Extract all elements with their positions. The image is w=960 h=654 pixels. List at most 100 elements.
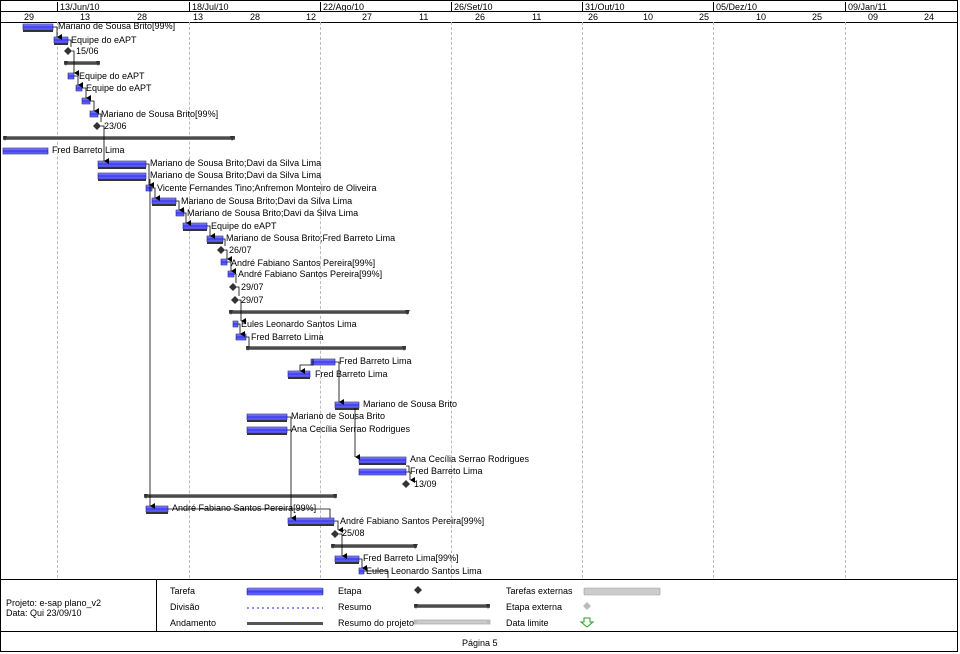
- task-resource-label: André Fabiano Santos Pereira[99%]: [340, 516, 485, 526]
- task-resource-label: Mariano de Sousa Brito: [363, 399, 458, 409]
- task-bar: [81, 97, 91, 105]
- milestone-date-label: 13/09: [414, 479, 437, 489]
- legend-etapa-symbol: [414, 586, 422, 594]
- legend-resumo-symbol: [414, 604, 490, 608]
- progress-bar: [54, 43, 68, 45]
- task-bar: [235, 333, 247, 341]
- legend: Projeto: e-sap plano_v2 Data: Qui 23/09/…: [0, 579, 958, 632]
- task-resource-label: Mariano de Sousa Brito;Davi da Silva Lim…: [181, 196, 353, 206]
- task-resource-label: Ana Cecília Serrao Rodrigues: [410, 454, 530, 464]
- milestone: [231, 296, 239, 304]
- legend-andamento-symbol: [247, 622, 323, 625]
- page-footer: Página 5: [0, 631, 958, 653]
- summary-bar: [144, 494, 337, 498]
- task-bar: [227, 270, 235, 278]
- task-resource-label: Equipe do eAPT: [79, 71, 145, 81]
- summary-bar: [331, 544, 417, 548]
- progress-bar: [146, 512, 168, 514]
- task-bar: [358, 468, 407, 476]
- progress-bar: [247, 433, 287, 435]
- milestone-date-label: 29/07: [241, 295, 264, 305]
- task-resource-label: André Fabiano Santos Pereira[99%]: [238, 269, 383, 279]
- legend-tarefa-symbol: [246, 587, 324, 596]
- task-bar: [175, 209, 185, 217]
- task-bar: [220, 258, 228, 266]
- milestone: [402, 480, 410, 488]
- task-resource-label: André Fabiano Santos Pereira[99%]: [172, 503, 317, 513]
- summary-bar: [64, 61, 100, 65]
- progress-bar: [359, 463, 406, 465]
- task-resource-label: Fred Barreto Lima: [251, 332, 324, 342]
- task-bar: [310, 358, 336, 366]
- progress-bar: [207, 242, 223, 244]
- task-resource-label: Fred Barreto Lima[99%]: [363, 553, 459, 563]
- task-resource-label: Equipe do eAPT: [211, 221, 277, 231]
- summary-bar: [246, 346, 406, 350]
- task-resource-label: Fred Barreto Lima: [339, 356, 412, 366]
- task-resource-label: Mariano de Sousa Brito[99%]: [101, 109, 219, 119]
- progress-bar: [98, 167, 146, 169]
- task-bar: [2, 147, 49, 155]
- task-bar: [145, 184, 153, 192]
- task-bar: [334, 401, 360, 409]
- legend-resumo-projeto-symbol: [413, 619, 491, 625]
- legend-etapa-externa-symbol: [583, 602, 591, 610]
- task-bar: [287, 370, 311, 378]
- task-resource-label: Equipe do eAPT: [86, 83, 152, 93]
- task-resource-label: Mariano de Sousa Brito;Davi da Silva Lim…: [187, 208, 359, 218]
- task-bar: [97, 172, 147, 180]
- task-resource-label: Mariano de Sousa Brito;Fred Barreto Lima: [226, 233, 396, 243]
- task-resource-label: Mariano de Sousa Brito;Davi da Silva Lim…: [150, 170, 322, 180]
- task-bar: [358, 567, 365, 575]
- task-resource-label: Fred Barreto Lima: [410, 466, 483, 476]
- summary-bar: [229, 310, 409, 314]
- summary-bar: [3, 136, 235, 140]
- task-bar: [358, 456, 407, 464]
- progress-bar: [98, 179, 146, 181]
- milestone-date-label: 29/07: [241, 282, 264, 292]
- task-bar: [151, 197, 177, 205]
- progress-bar: [288, 377, 310, 379]
- legend-tarefas-externas-symbol: [583, 587, 661, 596]
- task-resource-label: Equipe do eAPT: [71, 35, 137, 45]
- task-resource-label: Fred Barreto Lima: [52, 145, 125, 155]
- task-bar: [67, 72, 75, 80]
- task-bar: [246, 413, 288, 421]
- task-resource-label: André Fabiano Santos Pereira[99%]: [231, 258, 376, 268]
- task-bar: [89, 110, 99, 118]
- progress-bar: [23, 30, 53, 32]
- task-resource-label: Eules Leonardo Santos Lima: [366, 566, 482, 576]
- milestone: [229, 283, 237, 291]
- progress-bar: [152, 204, 176, 206]
- task-bar: [182, 222, 208, 230]
- page-number: Página 5: [462, 638, 498, 648]
- task-bar: [246, 426, 288, 434]
- task-resource-label: Ana Cecília Serrao Rodrigues: [291, 424, 411, 434]
- progress-bar: [288, 524, 334, 526]
- progress-bar: [335, 562, 359, 564]
- task-resource-label: Vicente Fernandes Tino;Anfremon Monteiro…: [157, 183, 377, 193]
- task-bar: [53, 36, 69, 44]
- task-bar: [206, 235, 224, 243]
- milestone: [217, 246, 225, 254]
- milestone: [93, 122, 101, 130]
- progress-bar: [247, 420, 287, 422]
- task-resource-label: Mariano de Sousa Brito;Davi da Silva Lim…: [150, 158, 322, 168]
- task-bar: [75, 84, 83, 92]
- task-bar: [145, 505, 169, 513]
- milestone: [64, 47, 72, 55]
- milestone-date-label: 26/07: [229, 245, 252, 255]
- task-bar: [287, 517, 335, 525]
- task-bar: [97, 160, 147, 168]
- task-bar: [232, 320, 239, 328]
- task-resource-label: Eules Leonardo Santos Lima: [241, 319, 357, 329]
- milestone-date-label: 25/08: [342, 528, 365, 538]
- task-resource-label: Mariano de Sousa Brito: [291, 411, 386, 421]
- task-resource-label: Mariano de Sousa Brito[99%]: [58, 21, 176, 31]
- legend-data-limite-symbol: [579, 617, 595, 628]
- task-bar: [334, 555, 360, 563]
- legend-symbols: [246, 586, 661, 628]
- task-bars: [2, 23, 418, 575]
- milestone: [331, 530, 339, 538]
- task-resource-label: Fred Barreto Lima: [315, 369, 388, 379]
